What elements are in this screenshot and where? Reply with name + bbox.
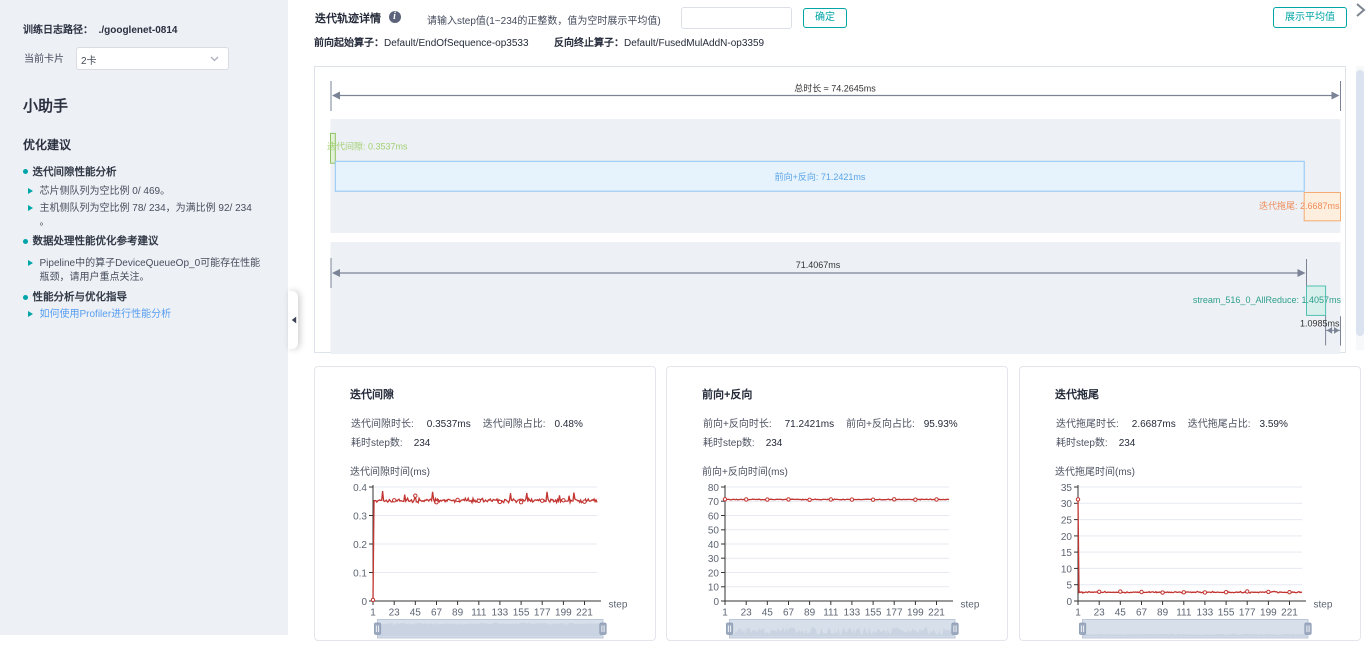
svg-text:111: 111 bbox=[823, 608, 839, 619]
svg-text:0.4: 0.4 bbox=[353, 483, 367, 494]
svg-text:50: 50 bbox=[708, 526, 720, 537]
svg-text:89: 89 bbox=[452, 608, 464, 619]
svg-text:5: 5 bbox=[1066, 581, 1072, 592]
svg-text:15: 15 bbox=[1061, 548, 1073, 559]
svg-text:177: 177 bbox=[886, 608, 903, 619]
svg-text:0.2: 0.2 bbox=[353, 540, 367, 551]
svg-text:前向+反向: 71.2421ms: 前向+反向: 71.2421ms bbox=[775, 171, 866, 182]
svg-text:221: 221 bbox=[576, 608, 593, 619]
svg-text:10: 10 bbox=[708, 583, 720, 594]
svg-text:23: 23 bbox=[1094, 608, 1106, 619]
svg-text:177: 177 bbox=[1239, 608, 1256, 619]
svg-text:155: 155 bbox=[1218, 608, 1235, 619]
svg-text:89: 89 bbox=[1157, 608, 1169, 619]
svg-text:177: 177 bbox=[534, 608, 551, 619]
svg-text:221: 221 bbox=[1281, 608, 1298, 619]
svg-text:199: 199 bbox=[907, 608, 924, 619]
svg-text:20: 20 bbox=[1061, 532, 1073, 543]
svg-text:111: 111 bbox=[471, 608, 487, 619]
svg-text:1: 1 bbox=[1075, 608, 1081, 619]
svg-text:step: step bbox=[1314, 600, 1333, 611]
svg-text:40: 40 bbox=[708, 540, 720, 551]
svg-text:0.1: 0.1 bbox=[353, 568, 367, 579]
svg-text:23: 23 bbox=[389, 608, 401, 619]
svg-text:155: 155 bbox=[865, 608, 882, 619]
svg-text:总时长 ≈ 74.2645ms: 总时长 ≈ 74.2645ms bbox=[794, 83, 876, 94]
svg-text:1: 1 bbox=[370, 608, 376, 619]
svg-text:133: 133 bbox=[1197, 608, 1214, 619]
svg-text:25: 25 bbox=[1061, 516, 1073, 527]
svg-text:23: 23 bbox=[741, 608, 753, 619]
svg-text:迭代拖尾: 2.6687ms: 迭代拖尾: 2.6687ms bbox=[1259, 200, 1340, 211]
svg-text:221: 221 bbox=[928, 608, 945, 619]
svg-text:133: 133 bbox=[492, 608, 509, 619]
svg-text:0.3: 0.3 bbox=[353, 511, 367, 522]
svg-text:stream_516_0_AllReduce: 1.4057: stream_516_0_AllReduce: 1.4057ms bbox=[1193, 295, 1342, 305]
svg-text:45: 45 bbox=[762, 608, 774, 619]
svg-text:60: 60 bbox=[708, 511, 720, 522]
svg-text:45: 45 bbox=[1115, 608, 1127, 619]
svg-text:67: 67 bbox=[1136, 608, 1148, 619]
svg-text:111: 111 bbox=[1176, 608, 1192, 619]
svg-text:155: 155 bbox=[513, 608, 530, 619]
svg-text:35: 35 bbox=[1061, 483, 1073, 494]
svg-text:199: 199 bbox=[555, 608, 572, 619]
svg-text:45: 45 bbox=[410, 608, 422, 619]
svg-text:迭代间隙: 0.3537ms: 迭代间隙: 0.3537ms bbox=[327, 141, 408, 152]
svg-text:step: step bbox=[961, 600, 980, 611]
svg-text:0: 0 bbox=[361, 597, 367, 608]
svg-text:step: step bbox=[609, 600, 628, 611]
svg-text:70: 70 bbox=[708, 497, 720, 508]
svg-text:67: 67 bbox=[431, 608, 443, 619]
svg-text:30: 30 bbox=[708, 554, 720, 565]
svg-text:10: 10 bbox=[1061, 564, 1073, 575]
svg-text:0: 0 bbox=[713, 597, 719, 608]
svg-text:67: 67 bbox=[783, 608, 795, 619]
svg-text:71.4067ms: 71.4067ms bbox=[796, 260, 841, 270]
svg-text:30: 30 bbox=[1061, 499, 1073, 510]
svg-text:0: 0 bbox=[1066, 597, 1072, 608]
svg-text:80: 80 bbox=[708, 483, 720, 494]
svg-text:133: 133 bbox=[844, 608, 861, 619]
svg-text:1: 1 bbox=[722, 608, 728, 619]
svg-text:20: 20 bbox=[708, 568, 720, 579]
svg-text:1.0985ms: 1.0985ms bbox=[1300, 319, 1340, 329]
svg-text:199: 199 bbox=[1260, 608, 1277, 619]
svg-text:89: 89 bbox=[804, 608, 816, 619]
